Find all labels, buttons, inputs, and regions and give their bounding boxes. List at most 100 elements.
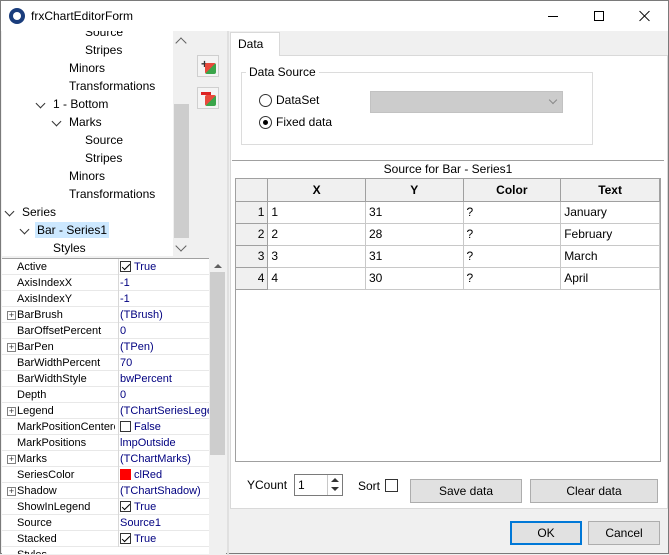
cell-x[interactable]: 2	[267, 223, 366, 246]
cell-color[interactable]: ?	[463, 201, 562, 224]
property-value[interactable]: 0	[118, 323, 209, 339]
property-checkbox[interactable]	[120, 421, 131, 432]
property-row[interactable]: BarOffsetPercent 0	[2, 323, 209, 339]
spin-down-icon[interactable]	[331, 487, 339, 491]
property-value[interactable]: Source1	[118, 515, 209, 531]
fixed-data-radio[interactable]	[259, 116, 272, 129]
tree-item[interactable]: Marks	[53, 113, 102, 131]
property-row[interactable]: BarWidthStyle bwPercent	[2, 371, 209, 387]
table-row[interactable]: 4 4 30? April	[236, 267, 660, 290]
cell-color[interactable]: ?	[463, 223, 562, 246]
cell-text[interactable]: April	[560, 267, 660, 290]
row-number[interactable]: 3	[236, 245, 269, 268]
table-row[interactable]: 2 2 28? February	[236, 223, 660, 246]
property-row[interactable]: ShowInLegend True	[2, 499, 209, 515]
spin-buttons[interactable]	[327, 475, 342, 495]
property-value[interactable]: True	[118, 259, 209, 275]
dataset-radio[interactable]	[259, 94, 272, 107]
property-row[interactable]: + BarBrush (TBrush)	[2, 307, 209, 323]
row-number[interactable]: 2	[236, 223, 269, 246]
dataset-combo[interactable]	[370, 91, 563, 113]
property-row[interactable]: MarkPositions lmpOutside	[2, 435, 209, 451]
chevron-up-icon[interactable]	[175, 37, 187, 49]
tree-item[interactable]: Bar - Series1	[21, 221, 110, 239]
property-value[interactable]: clRed	[118, 467, 209, 483]
property-value[interactable]: bwPercent	[118, 371, 209, 387]
property-value[interactable]: True	[118, 531, 209, 547]
tree-item[interactable]: Stripes	[69, 41, 122, 59]
property-row[interactable]: SeriesColor clRed	[2, 467, 209, 483]
property-checkbox[interactable]	[120, 501, 131, 512]
cell-text[interactable]: March	[560, 245, 660, 268]
property-row[interactable]: BarWidthPercent 70	[2, 355, 209, 371]
data-grid[interactable]: X Y Color Text 1 1 31? January 2 2 28? February…	[235, 178, 661, 462]
property-value[interactable]: 70	[118, 355, 209, 371]
property-row[interactable]: Source Source1	[2, 515, 209, 531]
inspector-scroll-thumb[interactable]	[210, 272, 225, 455]
close-button[interactable]	[622, 1, 668, 31]
cell-x[interactable]: 1	[267, 201, 366, 224]
ycount-spinner[interactable]: 1	[294, 474, 343, 496]
tree-scroll-thumb[interactable]	[174, 104, 189, 238]
property-value[interactable]: -1	[118, 275, 209, 291]
tree-item[interactable]: Transformations	[53, 185, 155, 203]
cell-color[interactable]: ?	[463, 267, 562, 290]
chevron-down-icon[interactable]	[6, 208, 14, 216]
clear-data-button[interactable]: Clear data	[530, 479, 658, 503]
tab-data[interactable]: Data	[230, 32, 280, 56]
ok-button[interactable]: OK	[510, 521, 582, 545]
cell-y[interactable]: 31	[365, 245, 464, 268]
property-checkbox[interactable]	[120, 261, 131, 272]
chevron-down-icon[interactable]	[175, 240, 187, 252]
inspector-scrollbar[interactable]	[209, 258, 226, 554]
splitter[interactable]	[227, 31, 229, 555]
column-header-color[interactable]: Color	[463, 179, 562, 202]
expand-icon[interactable]: +	[7, 487, 16, 496]
property-row[interactable]: + Marks (TChartMarks)	[2, 451, 209, 467]
property-value[interactable]: -1	[118, 291, 209, 307]
row-number[interactable]: 4	[236, 267, 269, 290]
column-header-text[interactable]: Text	[560, 179, 660, 202]
cell-x[interactable]: 3	[267, 245, 366, 268]
chevron-down-icon[interactable]	[53, 118, 61, 126]
cell-y[interactable]: 30	[365, 267, 464, 290]
cell-text[interactable]: February	[560, 223, 660, 246]
expand-icon[interactable]: +	[7, 407, 16, 416]
property-row[interactable]: + Shadow (TChartShadow)	[2, 483, 209, 499]
property-row[interactable]: AxisIndexY -1	[2, 291, 209, 307]
arrow-up-icon[interactable]	[214, 264, 222, 268]
property-row[interactable]: Styles	[2, 547, 209, 554]
property-value[interactable]: True	[118, 499, 209, 515]
chevron-down-icon[interactable]	[21, 226, 29, 234]
property-value[interactable]: (TChartSeriesLege	[118, 403, 209, 419]
property-row[interactable]: Stacked True	[2, 531, 209, 547]
property-row[interactable]: Depth 0	[2, 387, 209, 403]
remove-series-button[interactable]	[197, 87, 219, 109]
tree-scrollbar[interactable]	[173, 31, 190, 256]
property-row[interactable]: Active True	[2, 259, 209, 275]
property-value[interactable]: (TChartMarks)	[118, 451, 209, 467]
maximize-button[interactable]	[576, 1, 622, 31]
property-row[interactable]: AxisIndexX -1	[2, 275, 209, 291]
cancel-button[interactable]: Cancel	[588, 521, 660, 545]
table-row[interactable]: 1 1 31? January	[236, 201, 660, 224]
tree-item[interactable]: Transformations	[53, 77, 155, 95]
property-value[interactable]: lmpOutside	[118, 435, 209, 451]
property-checkbox[interactable]	[120, 533, 131, 544]
property-value[interactable]: 0	[118, 387, 209, 403]
tree-item[interactable]: Source	[69, 131, 123, 149]
sort-checkbox[interactable]	[385, 479, 398, 492]
table-row[interactable]: 3 3 31? March	[236, 245, 660, 268]
ycount-value[interactable]: 1	[298, 478, 305, 492]
minimize-button[interactable]	[530, 1, 576, 31]
expand-icon[interactable]: +	[7, 343, 16, 352]
add-series-button[interactable]: +	[197, 55, 219, 77]
tree-item[interactable]: Source	[69, 31, 123, 41]
spin-up-icon[interactable]	[331, 478, 339, 482]
cell-color[interactable]: ?	[463, 245, 562, 268]
tree-item[interactable]: Stripes	[69, 149, 122, 167]
cell-x[interactable]: 4	[267, 267, 366, 290]
expand-icon[interactable]: +	[7, 311, 16, 320]
tree-item[interactable]: Minors	[53, 59, 105, 77]
tree-item[interactable]: Series	[6, 203, 56, 221]
